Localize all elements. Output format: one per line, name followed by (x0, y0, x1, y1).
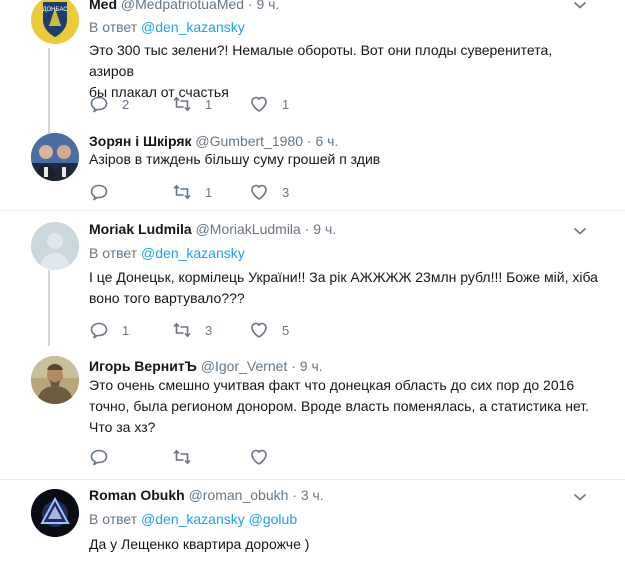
tweet-text: І це Донецьк, кормілець України!! За рік… (89, 267, 599, 309)
chevron-down-icon[interactable] (573, 0, 587, 10)
reply-to-link[interactable]: @den_kazansky (141, 245, 245, 261)
tweet-text-line: Что за хз? (89, 419, 156, 435)
retweet-button[interactable]: 1 (172, 94, 212, 114)
reply-button[interactable]: 1 (89, 320, 129, 340)
retweet-button[interactable]: 1 (172, 182, 212, 202)
tweet-gumbert[interactable]: Зорян і Шкіряк @Gumbert_1980 · 6 ч. Азір… (0, 124, 625, 206)
triangle-logo-icon[interactable] (31, 489, 79, 537)
tweet-text: Это очень смешно учитвая факт что донецк… (89, 375, 599, 438)
user-handle[interactable]: @Gumbert_1980 (195, 133, 303, 149)
tweet-text-line: Это очень смешно учитвая факт что донецк… (89, 377, 575, 393)
thread-line (48, 124, 50, 133)
like-button[interactable] (249, 447, 282, 467)
default-profile-icon[interactable] (31, 222, 79, 270)
retweet-icon (172, 320, 192, 340)
timestamp[interactable]: · 9 ч. (305, 221, 336, 237)
reply-count: 2 (122, 96, 130, 112)
reply-context: В ответ @den_kazansky @golub (89, 511, 297, 527)
display-name[interactable]: Зорян і Шкіряк (89, 133, 192, 149)
reply-count: 1 (122, 322, 130, 338)
display-name[interactable]: Med (89, 0, 117, 12)
donbas-emblem-icon[interactable]: ДОНБАС (31, 0, 79, 44)
tweet-text-line: І це Донецьк, кормілець України!! За рік… (89, 269, 598, 285)
reply-button[interactable] (89, 182, 122, 202)
tweet-text-line: Азіров в тиждень більшу суму грошей п зд… (89, 151, 381, 167)
reply-context: В ответ @den_kazansky (89, 19, 245, 35)
display-name[interactable]: Roman Obukh (89, 487, 185, 503)
reply-to-link[interactable]: @den_kazansky (141, 19, 245, 35)
reply-button[interactable]: 2 (89, 94, 129, 114)
timestamp[interactable]: · 3 ч. (292, 487, 323, 503)
chevron-down-icon[interactable] (573, 492, 587, 502)
thread-line (48, 270, 50, 346)
tweet-text: Это 300 тыс зелени?! Немалые обороты. Во… (89, 40, 599, 103)
retweet-button[interactable]: 3 (172, 320, 212, 340)
tweet-text-line: бы плакал от счастья (89, 84, 229, 100)
reply-icon (89, 320, 109, 340)
user-handle[interactable]: @Igor_Vernet (201, 358, 288, 374)
heart-icon (249, 94, 269, 114)
thread-line (48, 48, 50, 126)
retweet-button[interactable] (172, 447, 205, 467)
like-count: 1 (282, 96, 290, 112)
like-button[interactable]: 1 (249, 94, 289, 114)
display-name[interactable]: Moriak Ludmila (89, 221, 192, 237)
timestamp[interactable]: · 9 ч. (248, 0, 279, 12)
reply-prefix: В ответ (89, 19, 138, 35)
tweet-text-line: точно, была регионом донором. Вроде влас… (89, 398, 590, 414)
reply-icon (89, 447, 109, 467)
retweet-icon (172, 182, 192, 202)
chevron-down-icon[interactable] (573, 226, 587, 236)
heart-icon (249, 447, 269, 467)
heart-icon (249, 320, 269, 340)
reply-icon (89, 182, 109, 202)
tweet-header: Зорян і Шкіряк @Gumbert_1980 · 6 ч. (89, 133, 338, 149)
cossack-portrait-icon[interactable] (31, 356, 79, 404)
tweet-text-line: Да у Лещенко квартира дорожче ) (89, 536, 310, 552)
reply-icon (89, 94, 109, 114)
retweet-count: 1 (205, 184, 213, 200)
tweet-roman[interactable]: Roman Obukh @roman_obukh · 3 ч. В ответ … (0, 480, 625, 567)
svg-text:ДОНБАС: ДОНБАС (42, 7, 68, 13)
like-count: 3 (282, 184, 290, 200)
like-button[interactable]: 5 (249, 320, 289, 340)
tweet-med[interactable]: ДОНБАС Med @MedpatriotuaMed · 9 ч. В отв… (0, 0, 625, 126)
tweet-text: Азіров в тиждень більшу суму грошей п зд… (89, 149, 599, 170)
retweet-icon (172, 94, 192, 114)
timestamp[interactable]: · 9 ч. (291, 358, 322, 374)
retweet-count: 3 (205, 322, 213, 338)
like-count: 5 (282, 322, 290, 338)
reply-button[interactable] (89, 447, 122, 467)
tweet-header: Игорь ВернитЪ @Igor_Vernet · 9 ч. (89, 358, 323, 374)
reply-prefix: В ответ (89, 511, 138, 527)
reply-to-link[interactable]: @den_kazansky @golub (141, 511, 297, 527)
like-button[interactable]: 3 (249, 182, 289, 202)
two-men-photo-icon[interactable] (31, 133, 79, 181)
heart-icon (249, 182, 269, 202)
tweet-text-line: Это 300 тыс зелени?! Немалые обороты. Во… (89, 42, 553, 79)
display-name[interactable]: Игорь ВернитЪ (89, 358, 197, 374)
user-handle[interactable]: @MoriakLudmila (196, 221, 301, 237)
timestamp[interactable]: · 6 ч. (307, 133, 338, 149)
tweet-text: Да у Лещенко квартира дорожче ) (89, 534, 599, 555)
tweet-igor[interactable]: Игорь ВернитЪ @Igor_Vernet · 9 ч. Это оч… (0, 346, 625, 476)
reply-context: В ответ @den_kazansky (89, 245, 245, 261)
tweet-text-line: воно того вартувало??? (89, 290, 245, 306)
retweet-count: 1 (205, 96, 213, 112)
user-handle[interactable]: @MedpatriotuaMed (121, 0, 244, 12)
reply-prefix: В ответ (89, 245, 138, 261)
retweet-icon (172, 447, 192, 467)
tweet-header: Moriak Ludmila @MoriakLudmila · 9 ч. (89, 221, 336, 237)
tweet-header: Med @MedpatriotuaMed · 9 ч. (89, 0, 279, 12)
tweet-header: Roman Obukh @roman_obukh · 3 ч. (89, 487, 324, 503)
user-handle[interactable]: @roman_obukh (189, 487, 289, 503)
tweet-moriak[interactable]: Moriak Ludmila @MoriakLudmila · 9 ч. В о… (0, 211, 625, 346)
